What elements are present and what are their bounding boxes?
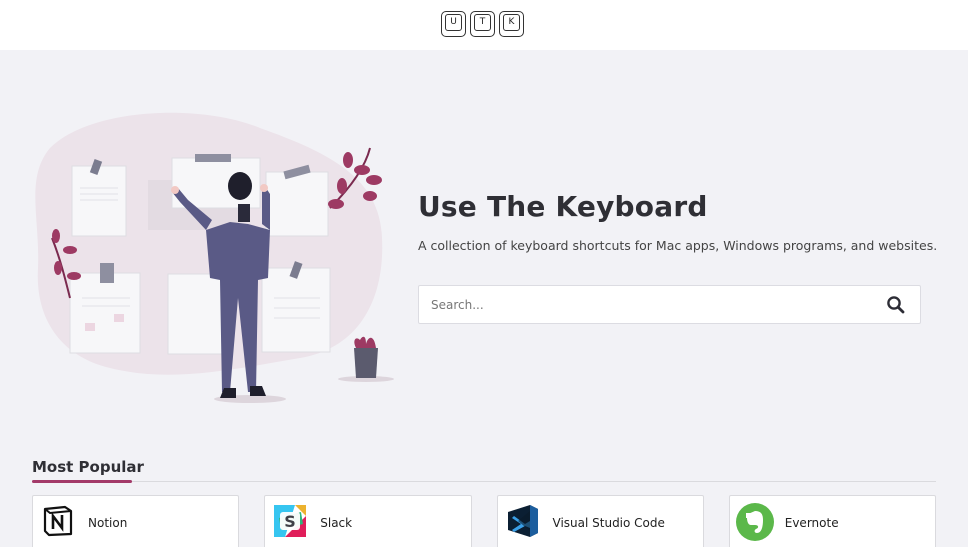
most-popular-heading: Most Popular [32, 458, 144, 476]
app-name: Evernote [784, 516, 839, 530]
top-bar: U T K [0, 0, 968, 50]
app-name: Notion [88, 516, 128, 530]
utk-logo[interactable]: U T K [441, 11, 524, 37]
app-name: Slack [320, 516, 353, 530]
app-card-evernote[interactable]: Evernote [728, 495, 936, 547]
vscode-icon [507, 505, 538, 537]
evernote-icon [735, 503, 774, 541]
search-icon[interactable] [886, 295, 906, 315]
hero-illustration [35, 112, 394, 403]
section-divider [32, 481, 936, 482]
search-box [418, 285, 921, 324]
hero-subtitle: A collection of keyboard shortcuts for M… [418, 238, 938, 253]
popular-apps-list: Notion S Slack Visual Studio Code Everno [32, 495, 936, 547]
app-card-notion[interactable]: Notion [32, 495, 240, 547]
search-input[interactable] [431, 295, 871, 315]
logo-key-t: T [470, 11, 495, 37]
logo-key-u: U [441, 11, 466, 37]
app-card-slack[interactable]: S Slack [264, 495, 472, 547]
hero-title: Use The Keyboard [418, 190, 708, 223]
svg-text:S: S [284, 512, 296, 531]
section-heading-underline [32, 480, 132, 483]
app-name: Visual Studio Code [552, 516, 665, 530]
slack-icon: S [274, 505, 307, 537]
app-card-vscode[interactable]: Visual Studio Code [496, 495, 704, 547]
notion-icon [43, 505, 73, 537]
logo-key-k: K [499, 11, 524, 37]
